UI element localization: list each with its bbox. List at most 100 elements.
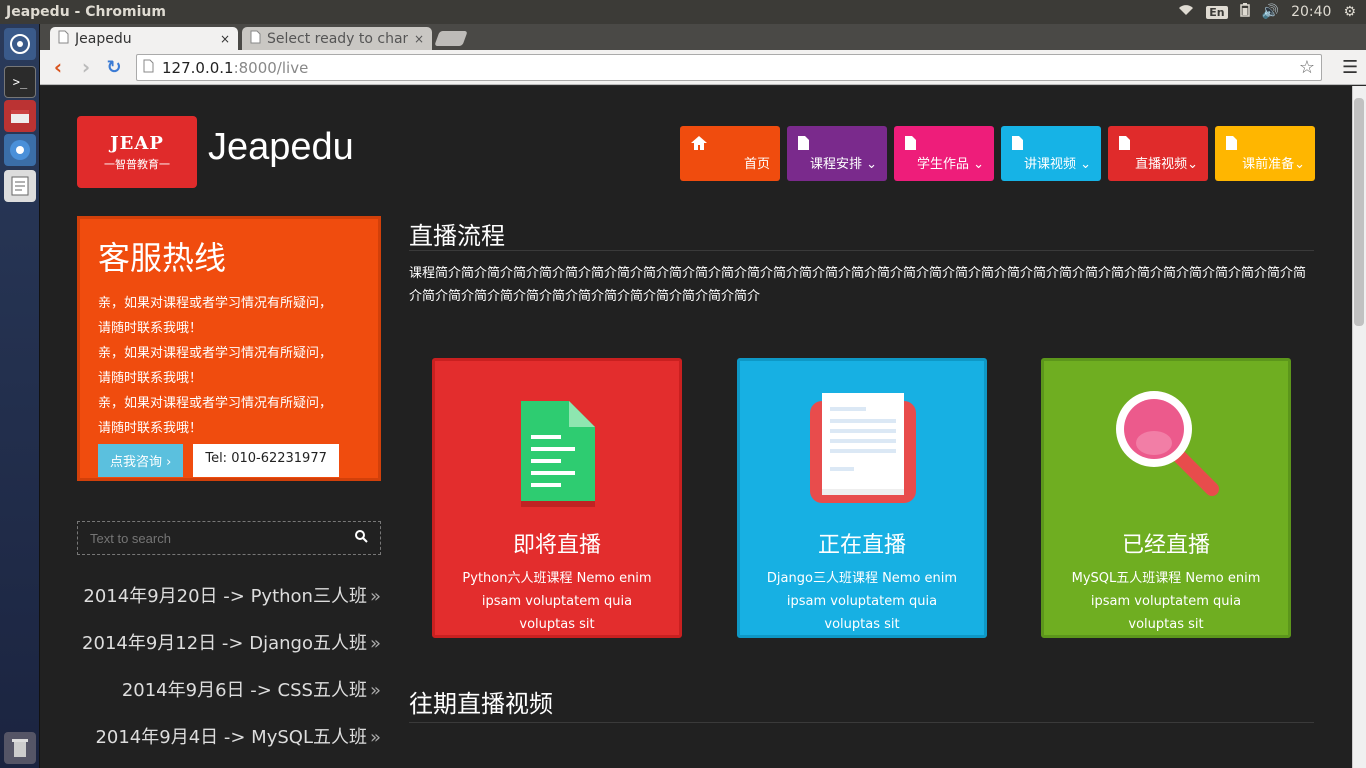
system-top-panel: Jeapedu - Chromium En 🔊 20:40 ⚙ — [0, 0, 1366, 24]
tab-title: Select ready to chang — [267, 30, 408, 47]
logo-subtext: 一智普教育一 — [104, 157, 170, 171]
magnifier-icon — [1044, 361, 1288, 521]
dash-home-icon[interactable] — [4, 28, 36, 60]
double-chevron-right-icon: » — [369, 680, 381, 701]
chevron-down-icon: ⌄ — [1080, 157, 1091, 172]
forward-arrow-icon[interactable]: › — [72, 55, 100, 79]
nav-item-label: 课程安排 ⌄ — [809, 157, 877, 172]
nav-item-student-works[interactable]: 学生作品 ⌄ — [894, 126, 994, 181]
double-chevron-right-icon: » — [369, 586, 381, 607]
schedule-item[interactable]: 2014年9月20日 -> Python三人班» — [77, 582, 381, 629]
chevron-down-icon: ⌄ — [1294, 157, 1305, 172]
nav-item-label: 课前准备⌄ — [1242, 157, 1305, 172]
nav-item-live-videos[interactable]: 直播视频⌄ — [1108, 126, 1208, 181]
telephone-label: Tel: 010-62231977 — [193, 444, 339, 477]
nav-item-course-schedule[interactable]: 课程安排 ⌄ — [787, 126, 887, 181]
nav-item-label: 讲课视频 ⌄ — [1023, 157, 1091, 172]
schedule-item[interactable]: 2014年9月4日 -> MySQL五人班» — [77, 723, 381, 768]
file-manager-icon[interactable] — [4, 100, 36, 132]
customer-hotline-panel: 客服热线 亲，如果对课程或者学习情况有所疑问， 请随时联系我哦！ 亲，如果对课程… — [77, 216, 381, 481]
window-title: Jeapedu - Chromium — [6, 4, 166, 20]
hotline-text: 亲，如果对课程或者学习情况有所疑问， — [98, 396, 333, 411]
clock[interactable]: 20:40 — [1291, 4, 1331, 20]
browser-tab-active[interactable]: Jeapedu × — [50, 27, 238, 50]
course-intro-text: 课程简介简介简介简介简介简介简介简介简介简介简介简介简介简介简介简介简介简介简介… — [409, 266, 1307, 304]
page-icon — [58, 30, 69, 48]
sidebar-search — [77, 521, 381, 555]
page-icon — [143, 59, 154, 77]
double-chevron-right-icon: » — [369, 727, 381, 748]
hotline-text: 请随时联系我哦！ — [98, 321, 203, 336]
close-tab-icon[interactable]: × — [220, 32, 230, 46]
status-card-finished[interactable]: 已经直播 MySQL五人班课程 Nemo enim ipsam voluptate… — [1041, 358, 1291, 638]
url-host: 127.0.0.1 — [162, 58, 234, 77]
volume-icon[interactable]: 🔊 — [1262, 4, 1279, 20]
nav-item-class-prep[interactable]: 课前准备⌄ — [1215, 126, 1315, 181]
reload-icon[interactable]: ↻ — [100, 57, 128, 78]
terminal-icon[interactable]: >_ — [4, 66, 36, 98]
nav-item-lecture-videos[interactable]: 讲课视频 ⌄ — [1001, 126, 1101, 181]
nav-item-home[interactable]: 首页 — [680, 126, 780, 181]
logo-text: JEAP — [110, 132, 164, 154]
trash-icon[interactable] — [4, 732, 36, 764]
live-schedule-list: 2014年9月20日 -> Python三人班» 2014年9月12日 -> D… — [77, 582, 381, 768]
home-icon — [690, 135, 708, 155]
page-icon — [250, 30, 261, 48]
hotline-text: 请随时联系我哦！ — [98, 371, 203, 386]
divider — [409, 250, 1314, 251]
text-editor-icon[interactable] — [4, 170, 36, 202]
site-logo[interactable]: JEAP 一智普教育一 — [77, 116, 197, 188]
card-title: 即将直播 — [512, 533, 601, 558]
browser-menu-icon[interactable]: ☰ — [1342, 57, 1358, 78]
chevron-down-icon: ⌄ — [973, 157, 984, 172]
settings-gear-icon[interactable]: ⚙ — [1343, 4, 1356, 20]
new-tab-button[interactable] — [434, 31, 468, 46]
card-description: Django三人班课程 Nemo enim ipsam voluptatem qu… — [766, 571, 958, 632]
section-title: 直播流程 — [409, 222, 505, 250]
address-bar[interactable]: 127.0.0.1:8000/live ☆ — [136, 54, 1322, 81]
hotline-text: 亲，如果对课程或者学习情况有所疑问， — [98, 346, 333, 361]
wifi-icon[interactable] — [1178, 4, 1194, 20]
file-icon — [1225, 135, 1238, 155]
nav-item-label: 学生作品 ⌄ — [916, 157, 984, 172]
site-brand-name: Jeapedu — [208, 126, 354, 168]
search-icon[interactable] — [355, 530, 368, 547]
consult-button[interactable]: 点我咨询 › — [98, 444, 184, 477]
url-path: :8000/live — [233, 58, 309, 77]
tab-title: Jeapedu — [75, 30, 132, 47]
card-description: Python六人班课程 Nemo enim ipsam voluptatem qu… — [462, 571, 652, 632]
file-icon — [1011, 135, 1024, 155]
battery-icon[interactable] — [1239, 3, 1250, 21]
chevron-down-icon: ⌄ — [866, 157, 877, 172]
hotline-title: 客服热线 — [98, 239, 227, 277]
divider — [409, 722, 1314, 723]
notebook-icon — [740, 361, 984, 521]
document-icon — [435, 361, 679, 521]
schedule-item[interactable]: 2014年9月12日 -> Django五人班» — [77, 629, 381, 676]
bookmark-star-icon[interactable]: ☆ — [1299, 57, 1315, 78]
scrollbar-thumb[interactable] — [1354, 98, 1364, 326]
browser-toolbar: ‹ › ↻ 127.0.0.1:8000/live ☆ ☰ — [40, 50, 1366, 85]
nav-item-label: 首页 — [743, 157, 770, 172]
system-tray: En 🔊 20:40 ⚙ — [1178, 3, 1366, 21]
double-chevron-right-icon: » — [369, 633, 381, 654]
search-input[interactable] — [90, 530, 340, 546]
status-card-live[interactable]: 正在直播 Django三人班课程 Nemo enim ipsam voluptat… — [737, 358, 987, 638]
browser-tab[interactable]: Select ready to chang × — [242, 27, 432, 50]
chevron-down-icon: ⌄ — [1187, 157, 1198, 172]
close-tab-icon[interactable]: × — [414, 32, 424, 46]
browser-tab-bar: Jeapedu × Select ready to chang × — [40, 24, 1366, 50]
keyboard-layout-indicator[interactable]: En — [1206, 5, 1228, 19]
chromium-browser-icon[interactable] — [4, 134, 36, 166]
card-title: 正在直播 — [817, 533, 906, 558]
section-title: 往期直播视频 — [409, 690, 553, 718]
back-arrow-icon[interactable]: ‹ — [44, 55, 72, 79]
nav-item-label: 直播视频⌄ — [1135, 157, 1198, 172]
status-card-upcoming[interactable]: 即将直播 Python六人班课程 Nemo enim ipsam voluptat… — [432, 358, 682, 638]
hotline-text: 亲，如果对课程或者学习情况有所疑问， — [98, 296, 333, 311]
page-scrollbar[interactable] — [1352, 86, 1366, 768]
card-title: 已经直播 — [1121, 533, 1210, 558]
schedule-item[interactable]: 2014年9月6日 -> CSS五人班» — [77, 676, 381, 723]
page-viewport: JEAP 一智普教育一 Jeapedu 首页 课程安排 ⌄ 学生作品 ⌄ 讲课视… — [40, 86, 1366, 768]
file-icon — [1118, 135, 1131, 155]
